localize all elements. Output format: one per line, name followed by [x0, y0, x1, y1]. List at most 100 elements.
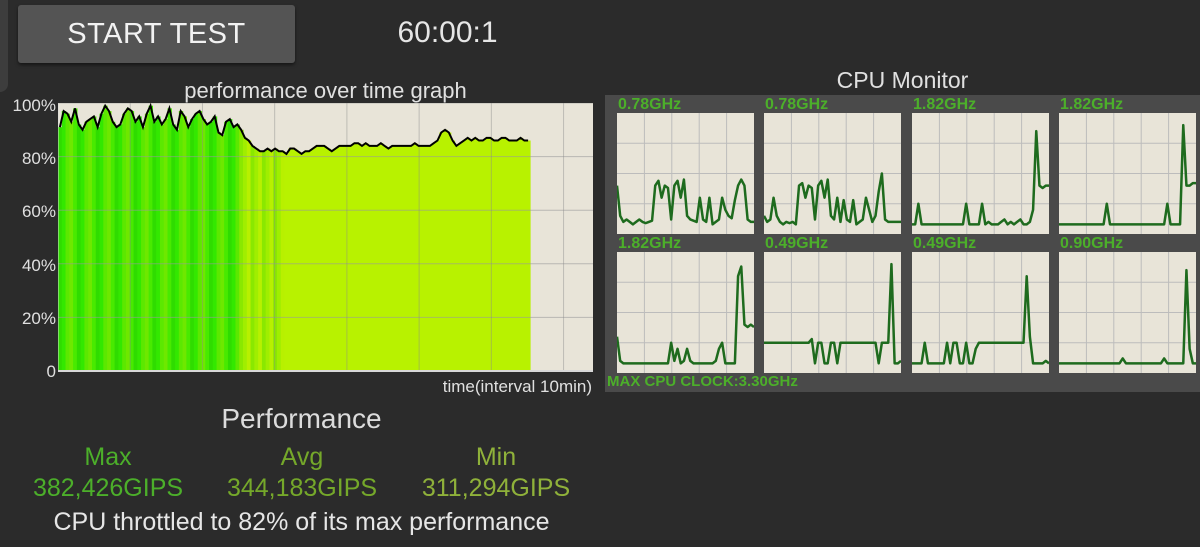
performance-bar [394, 145, 399, 371]
cpu-core-graph [1059, 113, 1196, 234]
performance-bar [443, 129, 448, 371]
performance-bar [273, 148, 278, 371]
min-value: 311,294GIPS [421, 474, 571, 502]
performance-bar [518, 137, 524, 371]
performance-bar [522, 140, 527, 371]
performance-bar [322, 145, 327, 371]
performance-bar [220, 135, 225, 371]
performance-bar [292, 148, 297, 371]
cpu-core-graph [615, 252, 755, 373]
performance-bar [409, 145, 414, 371]
x-axis-label: time(interval 10min) [442, 377, 592, 396]
performance-bar [469, 140, 474, 371]
performance-bar [507, 140, 512, 371]
max-label: Max [84, 443, 132, 471]
performance-bar [269, 151, 274, 371]
performance-bar [439, 132, 444, 371]
performance-bar [367, 145, 373, 371]
cpu-core-graph [764, 252, 902, 373]
performance-bar [212, 116, 218, 372]
performance-bar [186, 127, 191, 372]
performance-bar [424, 145, 429, 371]
performance-bar [95, 127, 101, 372]
y-tick-label: 0 [46, 362, 56, 381]
performance-bar [435, 140, 440, 371]
performance-bar [371, 145, 376, 371]
performance-bar [288, 148, 293, 371]
cpu-core-graph [762, 113, 901, 234]
performance-bar [156, 116, 161, 372]
performance-bar [446, 132, 452, 371]
performance-bar [499, 137, 505, 371]
performance-bar [209, 121, 214, 371]
performance-bar [152, 121, 157, 371]
performance-bar [386, 148, 391, 371]
performance-bar [133, 121, 138, 371]
performance-bar [326, 148, 331, 371]
performance-graph-title: performance over time graph [184, 78, 467, 103]
performance-bar [99, 113, 104, 371]
performance-bar [450, 140, 456, 371]
performance-bar [159, 124, 165, 371]
performance-bar [477, 140, 482, 371]
cpu-core-frequency: 0.49GHz [913, 235, 977, 252]
performance-bar [428, 145, 433, 371]
performance-bar [205, 124, 210, 371]
cpu-monitor-title: CPU Monitor [836, 67, 969, 93]
performance-bar [144, 113, 150, 371]
cpu-core-graph [1059, 252, 1196, 373]
performance-bar [310, 148, 316, 371]
performance-heading: Performance [221, 403, 382, 434]
cpu-core-frequency: 1.82GHz [1060, 96, 1124, 113]
throttle-summary: CPU throttled to 82% of its max performa… [53, 508, 550, 536]
performance-bar [375, 145, 380, 371]
performance-bar [182, 116, 187, 372]
performance-bar [363, 143, 369, 371]
performance-bar [458, 143, 463, 371]
performance-bar [514, 140, 520, 371]
performance-bar [224, 121, 229, 371]
performance-bar [341, 145, 346, 371]
performance-bar [299, 153, 305, 371]
performance-bar [382, 145, 388, 371]
performance-bar [73, 108, 78, 372]
performance-bar [216, 132, 221, 371]
y-tick-label: 60% [21, 202, 56, 221]
performance-bar [239, 129, 244, 371]
cpu-core-frequency: 0.78GHz [765, 96, 829, 113]
start-test-button[interactable]: START TEST [18, 5, 295, 63]
performance-bar [69, 121, 74, 371]
performance-bar [84, 121, 89, 371]
performance-bar [465, 137, 471, 371]
test-timer: 60:00:1 [397, 16, 498, 49]
performance-bar [431, 143, 437, 371]
performance-bar [280, 151, 286, 371]
performance-bar [526, 140, 531, 371]
cpu-monitor-panel: MAX CPU CLOCK:3.30GHz 0.78GHz 0.78GHz 1.82… [605, 95, 1200, 392]
cpu-core-frequency: 1.82GHz [913, 96, 977, 113]
cpu-core-frequency: 0.90GHz [1060, 235, 1124, 252]
performance-bar [488, 137, 493, 371]
performance-bar [122, 113, 127, 371]
performance-bar [329, 151, 335, 371]
performance-bar [295, 151, 301, 371]
performance-bar [235, 124, 240, 371]
performance-bar [284, 153, 289, 371]
performance-bar [76, 124, 82, 371]
performance-bar [492, 140, 497, 371]
y-tick-label: 20% [21, 309, 56, 328]
performance-bar [167, 108, 172, 372]
performance-bar [110, 121, 116, 371]
performance-bar [496, 140, 501, 371]
performance-bar [352, 143, 357, 371]
performance-bar [378, 143, 384, 371]
performance-bar [178, 111, 184, 371]
performance-graph [58, 103, 593, 372]
performance-bar [58, 127, 63, 372]
performance-bar [454, 145, 459, 371]
cpu-core-graph [615, 113, 754, 234]
performance-bar [412, 143, 418, 371]
performance-bar [61, 111, 67, 371]
performance-bar [125, 108, 131, 372]
side-drawer-handle[interactable] [0, 0, 8, 92]
